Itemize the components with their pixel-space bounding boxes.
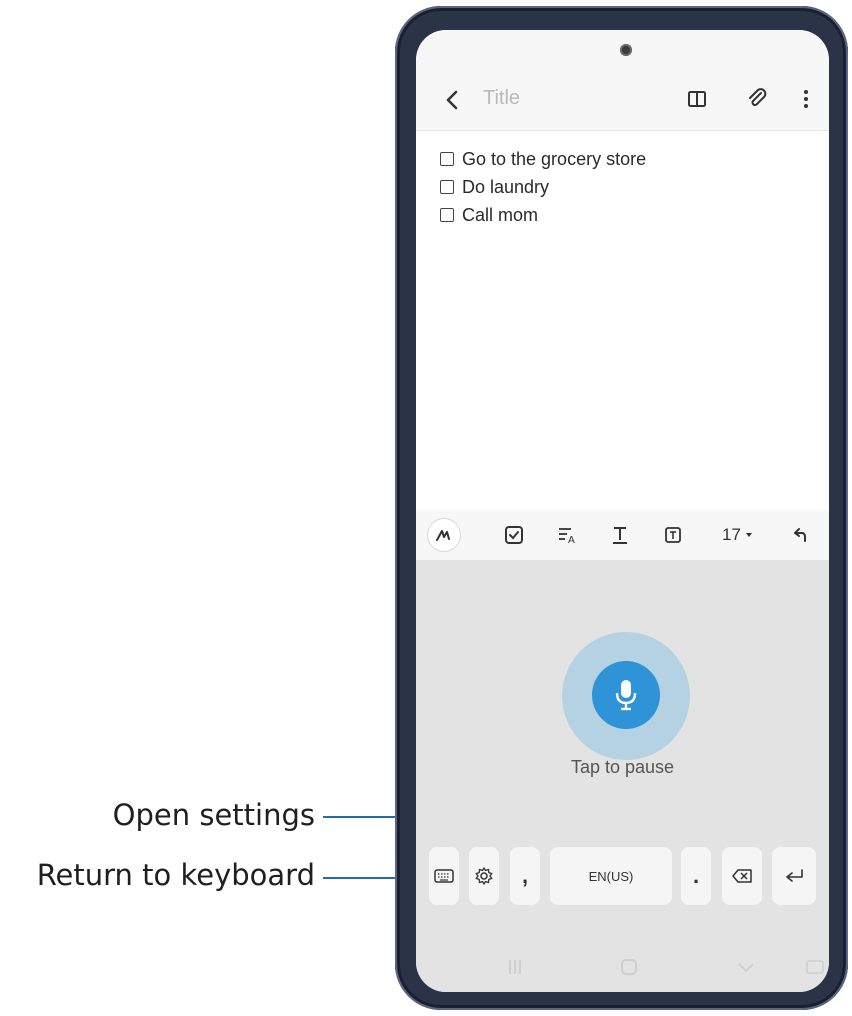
checklist-item[interactable]: Call mom <box>440 201 538 229</box>
note-header: Title <box>416 70 829 130</box>
svg-text:A: A <box>568 535 575 546</box>
hide-keyboard-icon[interactable] <box>736 957 756 982</box>
language-key[interactable]: EN(US) <box>550 847 672 905</box>
checklist-item[interactable]: Go to the grocery store <box>440 145 646 173</box>
chevron-down-icon <box>745 533 752 537</box>
recent-apps-icon[interactable] <box>506 957 524 982</box>
callout-return-to-keyboard: Return to keyboard <box>36 858 315 892</box>
checkbox-icon[interactable] <box>440 208 454 222</box>
note-title-input[interactable]: Title <box>483 87 520 110</box>
text-style-icon[interactable]: A <box>551 519 583 551</box>
notes-app: Title Go to the grocery store Do laundry <box>416 30 829 560</box>
settings-gear-icon[interactable] <box>469 847 499 905</box>
more-options-icon[interactable] <box>793 86 819 112</box>
mic-button[interactable] <box>592 661 660 729</box>
attach-icon[interactable] <box>744 86 770 112</box>
back-icon[interactable] <box>442 88 464 112</box>
comma-key[interactable]: , <box>510 847 540 905</box>
language-key-label: EN(US) <box>588 868 634 884</box>
period-key[interactable]: . <box>681 847 711 905</box>
checkbox-icon[interactable] <box>440 152 454 166</box>
voice-keyboard-row: , EN(US) . <box>416 847 829 907</box>
period-key-label: . <box>692 863 700 888</box>
note-body[interactable]: Go to the grocery store Do laundry Call … <box>416 130 829 511</box>
reading-mode-icon[interactable] <box>684 86 710 112</box>
pen-icon[interactable] <box>428 519 460 551</box>
front-camera <box>620 44 632 56</box>
text-underline-icon[interactable] <box>604 519 636 551</box>
comma-key-label: , <box>521 863 529 888</box>
home-icon[interactable] <box>619 957 639 982</box>
enter-icon <box>786 869 803 882</box>
backspace-key[interactable] <box>722 847 762 905</box>
checklist-item[interactable]: Do laundry <box>440 173 549 201</box>
navigation-bar <box>416 945 829 992</box>
checklist-item-text: Go to the grocery store <box>462 148 647 169</box>
callout-open-settings: Open settings <box>112 798 315 832</box>
checklist-item-text: Call mom <box>462 204 539 225</box>
checkbox-icon[interactable] <box>498 519 530 551</box>
checklist-item-text: Do laundry <box>462 176 550 197</box>
formatting-toolbar: A 17 <box>416 510 829 560</box>
backspace-icon <box>732 869 752 883</box>
keyboard-icon[interactable] <box>429 847 459 905</box>
enter-key[interactable] <box>772 847 816 905</box>
microphone-icon <box>615 680 637 711</box>
checkbox-icon[interactable] <box>440 180 454 194</box>
phone-screen: Title Go to the grocery store Do laundry <box>416 30 829 992</box>
font-size-value: 17 <box>722 525 741 544</box>
keyboard-switch-icon[interactable] <box>806 957 824 982</box>
text-box-icon[interactable] <box>657 519 689 551</box>
undo-icon[interactable] <box>784 519 816 551</box>
voice-input-panel: Tap to pause <box>416 560 829 840</box>
voice-status-text: Tap to pause <box>570 757 675 777</box>
font-size-dropdown[interactable]: 17 <box>716 519 760 551</box>
